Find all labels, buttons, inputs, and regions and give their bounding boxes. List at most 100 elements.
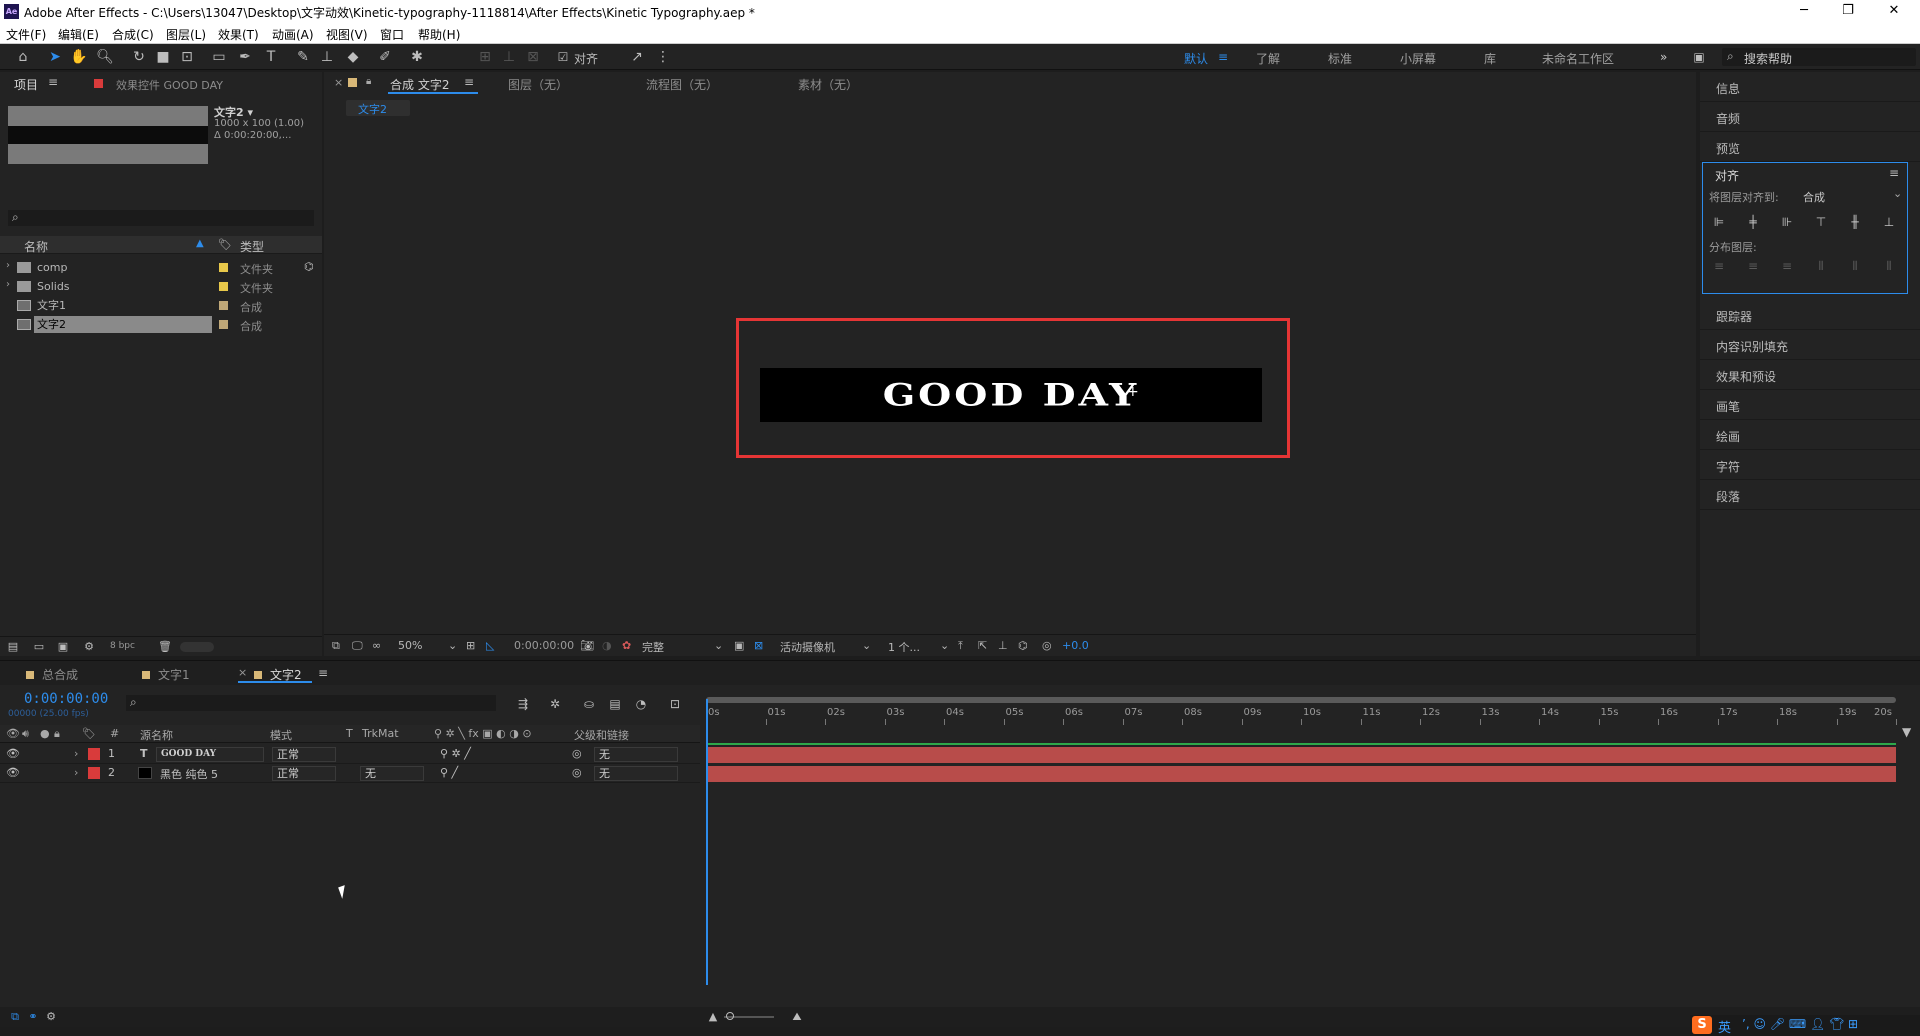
- column-name[interactable]: 名称: [24, 238, 48, 255]
- always-preview-icon[interactable]: ⧉: [332, 639, 340, 653]
- tab-main-comp[interactable]: 总合成: [26, 666, 78, 683]
- close-tab-icon[interactable]: ×: [334, 76, 343, 89]
- panel-brushes[interactable]: 画笔: [1700, 390, 1920, 420]
- flowchart-icon[interactable]: ⌬: [304, 260, 314, 273]
- reset-exposure-icon[interactable]: ⤒: [958, 639, 963, 653]
- expand-chevron-icon[interactable]: ›: [6, 279, 10, 290]
- snapshot-icon[interactable]: 📷︎: [580, 639, 594, 652]
- panel-preview[interactable]: 预览: [1700, 132, 1920, 162]
- project-settings-icon[interactable]: ⚙: [80, 638, 98, 656]
- column-type[interactable]: 类型: [240, 238, 264, 255]
- tab-footage[interactable]: 素材（无）: [798, 76, 858, 93]
- eye-icon[interactable]: 👁︎: [6, 766, 20, 779]
- zoom-dropdown[interactable]: 50%: [398, 639, 422, 652]
- layer-mode-dropdown[interactable]: 正常: [272, 766, 336, 781]
- interpret-footage-icon[interactable]: ▤: [4, 638, 22, 656]
- layer-label-swatch[interactable]: [88, 748, 100, 760]
- resolution-dropdown[interactable]: 完整: [642, 639, 664, 655]
- project-item-text1[interactable]: 文字1 合成: [0, 296, 322, 315]
- pickwhip-icon[interactable]: ◎: [572, 747, 582, 760]
- sort-ascending-icon[interactable]: ▲: [196, 238, 204, 249]
- tab-composition[interactable]: 合成 文字2: [390, 76, 449, 93]
- align-to-dropdown[interactable]: 合成: [1803, 189, 1825, 205]
- zoom-in-icon[interactable]: ⛰︎: [788, 1008, 806, 1026]
- thumbnail-slider[interactable]: [180, 642, 214, 652]
- menu-file[interactable]: 文件(F): [6, 26, 46, 43]
- panel-tracker[interactable]: 跟踪器: [1700, 300, 1920, 330]
- panel-paint[interactable]: 绘画: [1700, 420, 1920, 450]
- workspace-menu-icon[interactable]: ≡: [1218, 50, 1228, 64]
- exposure-icon[interactable]: ◎: [1042, 639, 1052, 652]
- chevron-down-icon[interactable]: ⌄: [714, 639, 723, 652]
- 3d-glasses-icon[interactable]: ∞: [372, 639, 381, 652]
- snap-checkbox-icon[interactable]: ☑: [554, 48, 572, 66]
- search-help-input[interactable]: ⌕ 搜索帮助: [1722, 48, 1916, 66]
- menu-window[interactable]: 窗口: [380, 26, 404, 43]
- panel-menu-icon[interactable]: ≡: [1889, 166, 1899, 180]
- exposure-value[interactable]: +0.0: [1062, 639, 1089, 652]
- minimize-button[interactable]: ─: [1784, 1, 1824, 21]
- layer-switch-icons[interactable]: ⚲ ╱: [440, 766, 458, 779]
- parent-dropdown[interactable]: 无: [594, 766, 678, 781]
- menu-layer[interactable]: 图层(L): [166, 26, 206, 43]
- panel-menu-icon[interactable]: ≡: [318, 666, 328, 680]
- comp-navigator-tab[interactable]: 文字2: [346, 100, 410, 116]
- time-ruler[interactable]: 0s 01s 02s 03s 04s 05s 06s 07s 08s 09s 10s 11s 12s 13…: [704, 695, 1900, 725]
- layer-name[interactable]: 黑色 纯色 5: [160, 766, 218, 782]
- label-tag-icon[interactable]: 🏷︎: [218, 238, 232, 251]
- close-tab-icon[interactable]: ×: [238, 666, 247, 679]
- tab-project[interactable]: 项目: [14, 76, 38, 93]
- motion-blur-icon[interactable]: ◔: [632, 695, 650, 713]
- align-vertical-center-icon[interactable]: ╫: [1847, 215, 1863, 229]
- chevron-down-icon[interactable]: ⌄: [1893, 187, 1902, 200]
- source-name-header[interactable]: 源名称: [140, 727, 173, 743]
- pan-behind-tool-icon[interactable]: ⊡: [178, 48, 196, 66]
- home-icon[interactable]: ⌂: [14, 48, 32, 66]
- snap-label[interactable]: 对齐: [574, 50, 598, 67]
- zoom-tool-icon[interactable]: 🔍︎: [96, 48, 114, 66]
- hide-shy-layers-icon[interactable]: ⛀: [580, 695, 598, 713]
- pen-tool-icon[interactable]: ✒: [236, 48, 254, 66]
- timeline-timecode[interactable]: 0:00:00:00: [24, 691, 108, 707]
- camera-dropdown[interactable]: 活动摄像机: [780, 639, 835, 655]
- chevron-down-icon[interactable]: ⌄: [862, 639, 871, 652]
- zoom-out-icon[interactable]: ▲: [704, 1008, 722, 1026]
- flowchart-icon[interactable]: ⌬: [1018, 639, 1028, 652]
- close-button[interactable]: ✕: [1874, 1, 1914, 21]
- draft-3d-icon[interactable]: ✲: [546, 695, 564, 713]
- label-swatch[interactable]: [219, 320, 228, 329]
- layer-switch-icons[interactable]: ⚲ ✲ ╱: [440, 747, 471, 760]
- tab-flowchart[interactable]: 流程图（无）: [646, 76, 718, 93]
- layer-label-swatch[interactable]: [88, 767, 100, 779]
- monitor-icon[interactable]: 🖵︎: [352, 639, 363, 653]
- type-tool-icon[interactable]: T: [262, 48, 280, 66]
- rectangle-tool-icon[interactable]: ▭: [210, 48, 228, 66]
- layer-search-input[interactable]: ⌕: [126, 695, 496, 711]
- solo-icon[interactable]: ●: [40, 727, 50, 740]
- layer-row-good-day[interactable]: 👁︎ › 1 T GOOD DAY 正常 ⚲ ✲ ╱ ◎ 无: [0, 745, 700, 764]
- export-icon[interactable]: ⇱: [978, 639, 987, 652]
- chevron-down-icon[interactable]: ⌄: [940, 639, 949, 652]
- label-swatch[interactable]: [219, 263, 228, 272]
- tray-icons[interactable]: ’, ☺ 🎤︎ ⌨ 👤︎ 👕︎ ⊞: [1742, 1017, 1858, 1031]
- panel-character[interactable]: 字符: [1700, 450, 1920, 480]
- label-swatch[interactable]: [219, 282, 228, 291]
- panel-effects-presets[interactable]: 效果和预设: [1700, 360, 1920, 390]
- project-item-solids[interactable]: › Solids 文件夹: [0, 277, 322, 296]
- audio-icon[interactable]: 🔊︎: [22, 727, 29, 741]
- toggle-modes-icon[interactable]: ⚭: [24, 1008, 42, 1026]
- puppet-pin-tool-icon[interactable]: ✱: [408, 48, 426, 66]
- clone-stamp-tool-icon[interactable]: ⊥: [318, 48, 336, 66]
- align-top-icon[interactable]: ⊤: [1813, 215, 1829, 229]
- expand-chevron-icon[interactable]: ›: [74, 766, 78, 779]
- new-folder-icon[interactable]: ▭: [30, 638, 48, 656]
- distribute-bottom-icon[interactable]: ≡: [1779, 259, 1795, 273]
- selection-tool-icon[interactable]: ➤: [46, 48, 64, 66]
- lock-icon[interactable]: 🔒︎: [366, 76, 371, 87]
- zoom-slider-thumb[interactable]: [726, 1012, 734, 1020]
- workspace-standard[interactable]: 标准: [1328, 50, 1352, 67]
- layer-row-black-solid[interactable]: 👁︎ › 2 黑色 纯色 5 正常 无 ⚲ ╱ ◎ 无: [0, 764, 700, 783]
- views-dropdown[interactable]: 1 个...: [888, 639, 920, 655]
- brush-tool-icon[interactable]: ✎: [294, 48, 312, 66]
- layer-mode-dropdown[interactable]: 正常: [272, 747, 336, 762]
